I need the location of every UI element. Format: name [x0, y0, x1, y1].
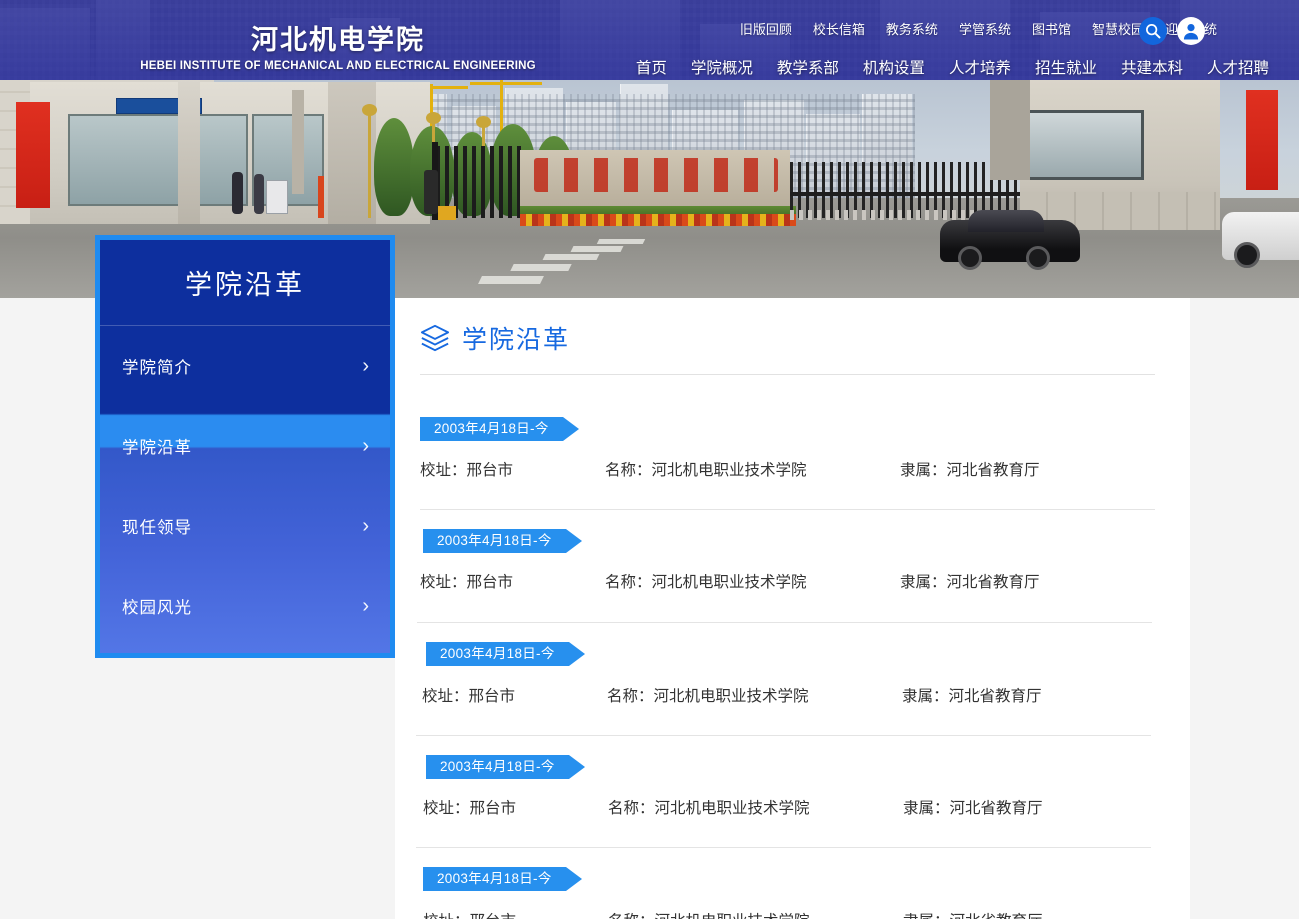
- logo-title-en: HEBEI INSTITUTE OF MECHANICAL AND ELECTR…: [140, 60, 536, 72]
- sidebar-item-label: 现任领导: [122, 519, 192, 537]
- main-nav: 首页 学院概况 教学系部 机构设置 人才培养 招生就业 共建本科 人才招聘: [636, 56, 1269, 78]
- timeline-name: 名称：河北机电职业技术学院: [608, 909, 903, 919]
- timeline-period-badge: 2003年4月18日-今: [426, 755, 585, 779]
- user-account-button[interactable]: [1177, 17, 1205, 45]
- mainnav-item-1[interactable]: 学院概况: [691, 56, 753, 78]
- timeline-affiliation: 隶属：河北省教育厅: [903, 909, 1153, 919]
- topnav-item-2[interactable]: 教务系统: [886, 19, 938, 38]
- mainnav-item-6[interactable]: 共建本科: [1121, 56, 1183, 78]
- sidebar-item-xiaoyuanfengguang[interactable]: 校园风光 ›: [100, 566, 390, 646]
- topnav-item-5[interactable]: 智慧校园: [1092, 19, 1144, 38]
- timeline-address: 校址：邢台市: [422, 688, 516, 705]
- banner-sign-left: [16, 102, 50, 208]
- user-icon: [1183, 24, 1199, 40]
- sidebar-nav: 学院沿革 学院简介 › 学院沿革 › 现任领导 › 校园风光 ›: [95, 235, 395, 658]
- mainnav-item-0[interactable]: 首页: [636, 56, 667, 78]
- timeline-affiliation: 隶属：河北省教育厅: [902, 688, 1042, 705]
- timeline-affiliation: 隶属：河北省教育厅: [900, 574, 1040, 591]
- sidebar-item-label: 学院沿革: [122, 439, 192, 457]
- search-button[interactable]: [1139, 17, 1167, 45]
- site-logo[interactable]: 河北机电学院 HEBEI INSTITUTE OF MECHANICAL AND…: [128, 24, 548, 74]
- timeline-row: 2003年4月18日-今 校址：邢台市 名称：河北机电职业技术学院 隶属：河北省…: [395, 623, 1190, 736]
- timeline-address: 校址：邢台市: [420, 462, 514, 479]
- layers-icon: [420, 324, 450, 352]
- timeline-address: 校址：邢台市: [423, 909, 608, 919]
- history-timeline: 2003年4月18日-今 校址：邢台市 名称：河北机电职业技术学院 隶属：河北省…: [395, 375, 1190, 919]
- chevron-right-icon: ›: [362, 594, 370, 617]
- page-title: 学院沿革: [462, 326, 571, 354]
- logo-title-cn: 河北机电学院: [251, 25, 425, 55]
- timeline-period-badge: 2003年4月18日-今: [420, 417, 579, 441]
- timeline-row: 2003年4月18日-今 校址：邢台市 名称：河北机电职业技术学院 隶属：河北省…: [395, 848, 1190, 919]
- sidebar-item-xianrenlingdao[interactable]: 现任领导 ›: [100, 486, 390, 566]
- topnav-item-1[interactable]: 校长信箱: [813, 19, 865, 38]
- mainnav-item-4[interactable]: 人才培养: [949, 56, 1011, 78]
- timeline-row: 2003年4月18日-今 校址：邢台市 名称：河北机电职业技术学院 隶属：河北省…: [395, 510, 1190, 623]
- timeline-name: 名称：河北机电职业技术学院: [608, 800, 810, 817]
- mainnav-item-2[interactable]: 教学系部: [777, 56, 839, 78]
- timeline-period-badge: 2003年4月18日-今: [426, 642, 585, 666]
- topnav-item-0[interactable]: 旧版回顾: [740, 19, 792, 38]
- timeline-period-badge: 2003年4月18日-今: [423, 529, 582, 553]
- mainnav-item-7[interactable]: 人才招聘: [1207, 56, 1269, 78]
- topnav-item-4[interactable]: 图书馆: [1032, 19, 1071, 38]
- site-header: 河北机电学院 HEBEI INSTITUTE OF MECHANICAL AND…: [0, 0, 1299, 80]
- sidebar-item-xueyuanjianjie[interactable]: 学院简介 ›: [100, 326, 390, 406]
- gate-stone-text: [534, 158, 778, 192]
- timeline-name: 名称：河北机电职业技术学院: [605, 462, 807, 479]
- timeline-affiliation: 隶属：河北省教育厅: [903, 800, 1043, 817]
- topnav-item-3[interactable]: 学管系统: [959, 19, 1011, 38]
- sidebar-inner: 学院沿革 学院简介 › 学院沿革 › 现任领导 › 校园风光 ›: [100, 240, 390, 653]
- sidebar-title: 学院沿革: [100, 240, 390, 326]
- content-panel: 学院沿革 2003年4月18日-今 校址：邢台市 名称：河北机电职业技术学院 隶…: [395, 298, 1190, 919]
- sidebar-item-label: 校园风光: [122, 599, 192, 617]
- timeline-row: 2003年4月18日-今 校址：邢台市 名称：河北机电职业技术学院 隶属：河北省…: [395, 375, 1190, 510]
- chevron-right-icon: ›: [362, 354, 370, 377]
- search-icon: [1146, 24, 1161, 39]
- timeline-row: 2003年4月18日-今 校址：邢台市 名称：河北机电职业技术学院 隶属：河北省…: [395, 736, 1190, 848]
- timeline-name: 名称：河北机电职业技术学院: [607, 688, 809, 705]
- mainnav-item-5[interactable]: 招生就业: [1035, 56, 1097, 78]
- timeline-period-badge: 2003年4月18日-今: [423, 867, 582, 891]
- chevron-right-icon: ›: [362, 434, 370, 457]
- sidebar-item-label: 学院简介: [122, 359, 192, 377]
- timeline-address: 校址：邢台市: [423, 800, 517, 817]
- page-root: 河北机电学院 HEBEI INSTITUTE OF MECHANICAL AND…: [0, 0, 1299, 919]
- timeline-affiliation: 隶属：河北省教育厅: [900, 462, 1040, 479]
- content-header: 学院沿革: [395, 298, 1190, 356]
- timeline-name: 名称：河北机电职业技术学院: [605, 574, 807, 591]
- sidebar-item-xueyuanyange[interactable]: 学院沿革 ›: [100, 406, 390, 486]
- timeline-address: 校址：邢台市: [420, 574, 514, 591]
- banner-sign-right: [1246, 90, 1278, 190]
- mainnav-item-3[interactable]: 机构设置: [863, 56, 925, 78]
- chevron-right-icon: ›: [362, 514, 370, 537]
